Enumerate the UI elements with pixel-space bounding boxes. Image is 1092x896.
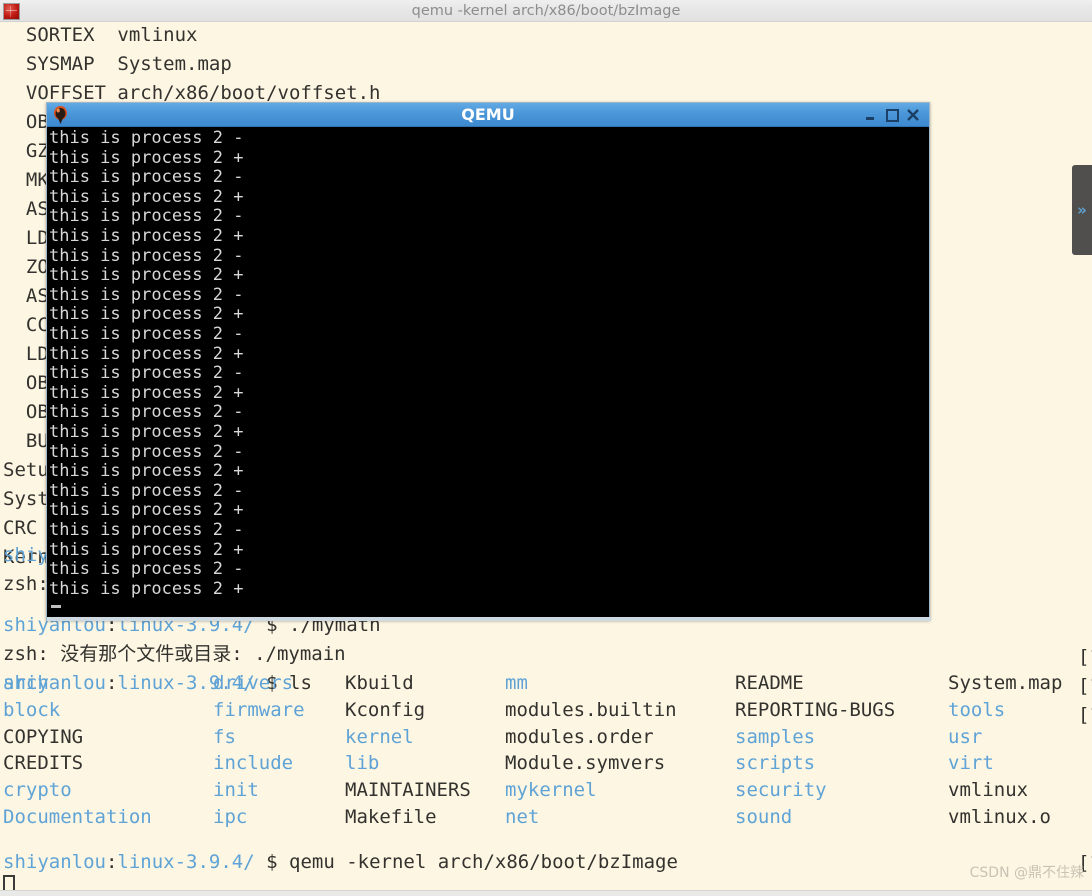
ls-output-row: CREDITS include lib Module.symvers scripts vi… <box>3 750 1092 777</box>
qemu-console-line: this is process 2 + <box>49 304 244 325</box>
qemu-window-title: QEMU <box>461 105 515 124</box>
ls-directory-entry: mykernel <box>505 779 597 802</box>
clipped-text-marker: [1 <box>1078 675 1092 697</box>
ls-output-grid: arch drivers Kbuild mm README System.map block… <box>3 670 1092 831</box>
qemu-console-line: this is process 2 - <box>49 167 244 188</box>
qemu-console-line: this is process 2 + <box>49 578 244 599</box>
ls-file-entry: MAINTAINERS <box>345 779 471 802</box>
prompt-user: shiyanlou <box>3 851 106 873</box>
ls-directory-entry: ipc <box>213 805 248 828</box>
ls-directory-entry: security <box>735 779 827 802</box>
chevron-right-double-icon: » <box>1077 201 1087 219</box>
ls-directory-entry: virt <box>948 752 994 775</box>
qemu-console-line: this is process 2 + <box>49 382 244 403</box>
window-title: qemu -kernel arch/x86/boot/bzImage <box>411 3 681 19</box>
qemu-console-cursor <box>51 605 61 608</box>
prompt-path: linux-3.9.4/ <box>117 851 255 873</box>
maximize-icon[interactable] <box>884 107 900 123</box>
build-log-line: SORTEX vmlinux <box>3 24 198 46</box>
minimize-icon[interactable] <box>863 107 879 123</box>
qemu-window-bottom-edge <box>47 617 931 621</box>
ls-directory-entry: scripts <box>735 752 816 775</box>
ls-file-entry: Makefile <box>345 805 437 828</box>
ls-file-entry: README <box>735 672 804 694</box>
ls-file-entry: CREDITS <box>3 752 84 775</box>
clipped-text-marker: [1 <box>1078 704 1092 726</box>
outer-terminal-window: qemu -kernel arch/x86/boot/bzImage SORTE… <box>0 0 1092 896</box>
ls-directory-entry: mm <box>505 672 528 694</box>
ls-file-entry: REPORTING-BUGS <box>735 698 896 721</box>
ls-directory-entry: include <box>213 752 294 775</box>
ls-output-row: arch drivers Kbuild mm README System.map <box>3 670 1092 697</box>
build-log-line: VOFFSET arch/x86/boot/voffset.h <box>3 82 381 104</box>
qemu-console-line: this is process 2 - <box>49 441 244 462</box>
qemu-window[interactable]: QEMU this is process 2 - this is process… <box>46 102 931 621</box>
ls-output-row: block firmware Kconfig modules.builtin REPOR… <box>3 697 1092 724</box>
window-bottom-strip <box>0 890 1092 896</box>
ls-directory-entry: Documentation <box>3 805 152 828</box>
prompt-line-qemu: shiyanlou:linux-3.9.4/ $ qemu -kernel ar… <box>3 851 678 873</box>
watermark: CSDN @鼎不住辣 <box>969 865 1084 881</box>
qemu-console-line: this is process 2 - <box>49 206 244 227</box>
ls-file-entry: Kbuild <box>345 672 414 694</box>
qemu-console-line: this is process 2 - <box>49 520 244 540</box>
ls-directory-entry: tools <box>948 698 1006 721</box>
qemu-console-line: this is process 2 + <box>49 422 244 442</box>
ls-file-entry: modules.builtin <box>505 698 677 721</box>
qemu-console-line: this is process 2 + <box>49 500 244 521</box>
ls-directory-entry: firmware <box>213 698 305 721</box>
ls-directory-entry: block <box>3 698 61 721</box>
qemu-console-line: this is process 2 - <box>49 559 244 580</box>
ls-directory-entry: samples <box>735 725 816 748</box>
ls-directory-entry: sound <box>735 805 793 828</box>
qemu-console-screen[interactable]: this is process 2 - this is process 2 + th… <box>47 127 929 619</box>
prompt-colon: : <box>105 851 118 873</box>
window-titlebar[interactable]: qemu -kernel arch/x86/boot/bzImage <box>0 0 1092 22</box>
qemu-console-line: this is process 2 + <box>49 147 244 168</box>
qemu-console-line: this is process 2 - <box>49 402 244 423</box>
ls-directory-entry: init <box>213 779 259 802</box>
clipped-text-marker: [1 <box>1078 646 1092 668</box>
ls-directory-entry: crypto <box>3 779 72 802</box>
ls-directory-entry: net <box>505 805 540 828</box>
ls-file-entry: COPYING <box>3 725 84 748</box>
qemu-console-line: this is process 2 + <box>49 226 244 246</box>
qemu-console-line: this is process 2 - <box>49 284 244 305</box>
qemu-console-line: this is process 2 + <box>49 186 244 207</box>
terminal-output-area[interactable]: SORTEX vmlinux SYSMAP System.map VOFFSET… <box>0 22 1092 896</box>
ls-output-row: COPYING fs kernel modules.order samples usr <box>3 724 1092 751</box>
qemu-titlebar[interactable]: QEMU <box>47 103 929 127</box>
close-icon[interactable] <box>905 107 921 123</box>
ls-directory-entry: kernel <box>345 725 414 748</box>
build-log-line: SYSMAP System.map <box>3 53 232 75</box>
qemu-console-line: this is process 2 + <box>49 539 244 560</box>
ls-file-entry: vmlinux <box>948 779 1029 802</box>
ls-output-row: Documentation ipc Makefile net sound vmlinux.… <box>3 804 1092 831</box>
qemu-console-line: this is process 2 - <box>49 480 244 501</box>
ls-file-entry: System.map <box>948 672 1063 694</box>
qemu-console-line: this is process 2 - <box>49 324 244 344</box>
ls-file-entry: Kconfig <box>345 698 426 721</box>
ls-directory-entry: arch <box>3 672 49 694</box>
ls-file-entry: Module.symvers <box>505 752 666 775</box>
ls-file-entry: modules.order <box>505 725 654 748</box>
qemu-console-line: this is process 2 + <box>49 343 244 364</box>
expand-panel-handle[interactable]: » <box>1072 165 1092 255</box>
qemu-console-line: this is process 2 + <box>49 461 244 482</box>
zsh-error-line: zsh: 没有那个文件或目录: ./mymain <box>3 643 346 665</box>
ls-output-row: crypto init MAINTAINERS mykernel security vml… <box>3 777 1092 804</box>
ls-directory-entry: lib <box>345 752 380 775</box>
prompt-command: $ qemu -kernel arch/x86/boot/bzImage <box>254 851 678 873</box>
ls-directory-entry: usr <box>948 725 983 748</box>
qemu-console-line: this is process 2 - <box>49 363 244 384</box>
qemu-console-line: this is process 2 - <box>49 245 244 266</box>
qemu-console-line: this is process 2 + <box>49 265 244 286</box>
ls-file-entry: vmlinux.o <box>948 805 1051 828</box>
ls-directory-entry: drivers <box>213 672 294 694</box>
ls-directory-entry: fs <box>213 725 236 748</box>
qemu-console-line: this is process 2 - <box>49 128 244 148</box>
